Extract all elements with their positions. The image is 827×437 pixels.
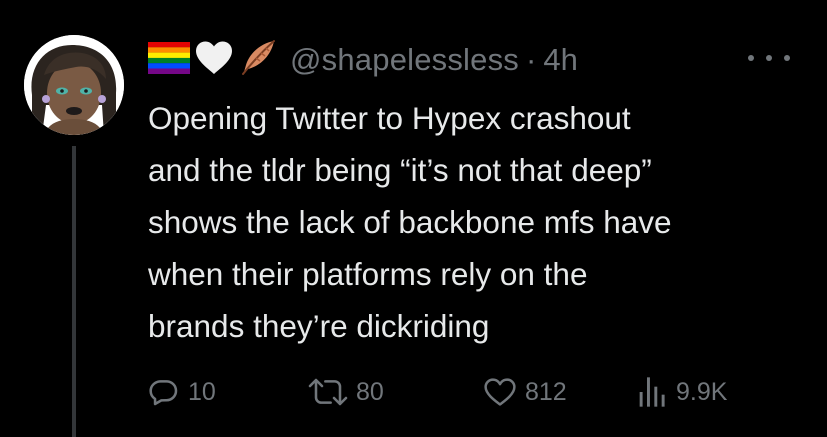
views-button[interactable]: 9.9K (638, 370, 727, 414)
tweet-text-line: Opening Twitter to Hypex crashout (148, 100, 631, 136)
like-count: 812 (525, 377, 567, 406)
tweet-header: @shapelessless · 4h (148, 36, 578, 84)
reply-count: 10 (188, 377, 216, 406)
views-chart-icon (639, 377, 665, 407)
author-handle[interactable]: @shapelessless (290, 42, 519, 78)
tweet-text-line: and the tldr being “it’s not that deep” (148, 152, 652, 188)
rainbow-flag-icon (148, 41, 190, 79)
reply-button[interactable]: 10 (148, 370, 216, 414)
tweet-text-line: shows the lack of backbone mfs have (148, 204, 672, 240)
repost-icon (308, 378, 348, 406)
tweet-text-line: when their platforms rely on the (148, 256, 588, 292)
white-heart-icon (194, 40, 234, 81)
repost-count: 80 (356, 377, 384, 406)
action-bar: 10 80 812 9.9K (148, 370, 808, 414)
tweet-text: Opening Twitter to Hypex crashout and th… (148, 92, 808, 352)
tweet: @shapelessless · 4h Opening Twitter to H… (0, 0, 827, 437)
tweet-text-line: brands they’re dickriding (148, 308, 490, 344)
thread-line (72, 146, 76, 437)
feather-icon (238, 38, 278, 83)
separator-dot: · (526, 42, 537, 77)
like-button[interactable]: 812 (483, 370, 567, 414)
timestamp[interactable]: 4h (543, 42, 577, 78)
view-count: 9.9K (676, 377, 728, 406)
more-options-icon[interactable] (748, 48, 790, 68)
reply-icon (149, 380, 178, 406)
repost-button[interactable]: 80 (308, 370, 384, 414)
avatar[interactable] (24, 35, 124, 135)
heart-icon (484, 378, 516, 406)
avatar-portrait-icon (24, 35, 124, 135)
